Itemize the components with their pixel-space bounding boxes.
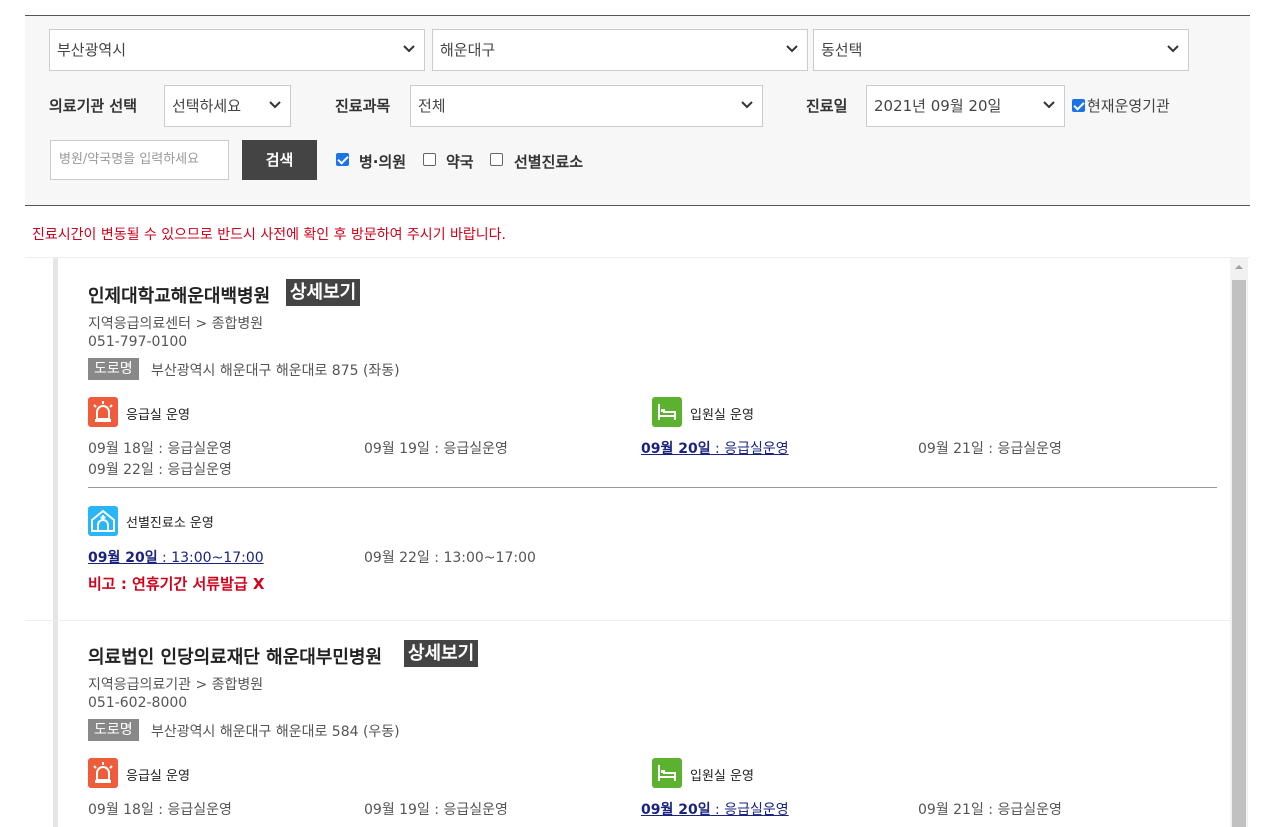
er-day-status: : 응급실운영 (710, 802, 789, 818)
er-day-status: : 응급실운영 (710, 441, 789, 457)
er-day-date: 09월 21일 (918, 802, 984, 818)
er-day: 09월 21일 : 응급실운영 (918, 799, 1062, 819)
scroll-thumb[interactable] (1232, 280, 1246, 827)
er-day-date: 09월 18일 (88, 441, 154, 457)
er-day: 09월 19일 : 응급실운영 (364, 438, 508, 458)
emergency-siren-icon (88, 758, 118, 788)
er-day-date: 09월 19일 (364, 802, 430, 818)
ward-label: 입원실 운영 (690, 769, 754, 784)
result-list: 인제대학교해운대백병원 상세보기 지역응급의료센터 > 종합병원 051-797… (25, 257, 1250, 827)
search-panel: 부산광역시 해운대구 동선택 의료기관 선택 선택하세요 진료과목 전체 진료일… (25, 15, 1250, 206)
chevron-down-icon (741, 101, 753, 109)
screening-day-status: : 13:00~17:00 (429, 550, 536, 566)
notice-text: 진료시간이 변동될 수 있으므로 반드시 사전에 확인 후 방문하여 주시기 바… (32, 227, 506, 243)
dept-label: 진료과목 (335, 97, 391, 115)
hospital-category: 지역응급의료기관 > 종합병원 (88, 677, 264, 693)
hospital-phone: 051-797-0100 (88, 334, 188, 350)
er-label: 응급실 운영 (126, 408, 190, 423)
hospital-category: 지역응급의료센터 > 종합병원 (88, 316, 264, 332)
hospital-address: 부산광역시 해운대구 해운대로 875 (좌동) (151, 363, 400, 379)
hospital-checkbox-label: 병·의원 (359, 153, 407, 171)
er-day-status: : 응급실운영 (983, 802, 1062, 818)
er-day-date: 09월 19일 (364, 441, 430, 457)
er-day-date: 09월 18일 (88, 802, 154, 818)
chevron-down-icon (403, 45, 415, 53)
region-select-value: 부산광역시 (57, 41, 127, 59)
dept-select-value: 전체 (418, 97, 446, 115)
road-tag: 도로명 (88, 719, 139, 741)
er-day-date: 09월 22일 (88, 462, 154, 478)
facility-label: 의료기관 선택 (49, 97, 138, 115)
screening-day-date: 09월 20일 (88, 550, 158, 566)
hospital-card: 인제대학교해운대백병원 상세보기 지역응급의료센터 > 종합병원 051-797… (25, 258, 1230, 620)
results-scrollbar[interactable] (1230, 257, 1248, 827)
er-day-date: 09월 20일 (641, 441, 711, 457)
chevron-down-icon (269, 101, 281, 109)
search-input-placeholder: 병원/약국명을 입력하세요 (59, 152, 200, 167)
er-day-status: : 응급실운영 (153, 462, 232, 478)
district-select[interactable]: 해운대구 (432, 29, 808, 71)
date-select[interactable]: 2021년 09월 20일 (866, 85, 1065, 127)
screening-day: 09월 22일 : 13:00~17:00 (364, 547, 536, 567)
er-day-status: : 응급실운영 (429, 802, 508, 818)
er-label: 응급실 운영 (126, 769, 190, 784)
screening-day-date: 09월 22일 (364, 550, 430, 566)
er-day: 09월 21일 : 응급실운영 (918, 438, 1062, 458)
open-now-label: 현재운영기관 (1087, 97, 1170, 115)
pharmacy-checkbox[interactable] (423, 153, 436, 166)
er-day-date: 09월 20일 (641, 802, 711, 818)
emergency-siren-icon (88, 397, 118, 427)
hospital-card: 의료법인 인당의료재단 해운대부민병원 상세보기 지역응급의료기관 > 종합병원… (25, 621, 1230, 827)
screening-day-status: : 13:00~17:00 (157, 550, 264, 566)
detail-button[interactable]: 상세보기 (404, 640, 479, 667)
region-select[interactable]: 부산광역시 (49, 29, 425, 71)
screening-checkbox-label: 선별진료소 (514, 153, 584, 171)
date-label: 진료일 (806, 97, 848, 115)
screening-clinic-icon (88, 506, 118, 536)
er-day: 09월 18일 : 응급실운영 (88, 438, 232, 458)
search-input[interactable]: 병원/약국명을 입력하세요 (50, 140, 229, 180)
pharmacy-checkbox-label: 약국 (446, 153, 474, 171)
dept-select[interactable]: 전체 (410, 85, 763, 127)
bed-icon (652, 758, 682, 788)
er-day: 09월 22일 : 응급실운영 (88, 459, 232, 479)
open-now-checkbox[interactable] (1072, 99, 1085, 112)
remark-text: 비고 : 연휴기간 서류발급 X (88, 575, 265, 593)
district-select-value: 해운대구 (440, 41, 496, 59)
scroll-up-arrow-icon[interactable] (1230, 257, 1248, 277)
hospital-name: 의료법인 인당의료재단 해운대부민병원 (88, 647, 383, 668)
chevron-down-icon (1043, 101, 1055, 109)
er-day-today-link[interactable]: 09월 20일 : 응급실운영 (641, 799, 789, 819)
search-button[interactable]: 검색 (242, 140, 317, 180)
er-day-status: : 응급실운영 (153, 441, 232, 457)
hospital-name: 인제대학교해운대백병원 (88, 286, 271, 307)
chevron-down-icon (1167, 45, 1179, 53)
date-select-value: 2021년 09월 20일 (874, 97, 1002, 115)
screening-checkbox[interactable] (490, 153, 503, 166)
er-day-status: : 응급실운영 (983, 441, 1062, 457)
er-day-date: 09월 21일 (918, 441, 984, 457)
screening-day-today-link[interactable]: 09월 20일 : 13:00~17:00 (88, 547, 264, 567)
er-day-status: : 응급실운영 (429, 441, 508, 457)
screening-label: 선별진료소 운영 (126, 516, 214, 531)
er-day: 09월 18일 : 응급실운영 (88, 799, 232, 819)
hospital-checkbox[interactable] (336, 153, 349, 166)
dong-select[interactable]: 동선택 (813, 29, 1189, 71)
facility-select-value: 선택하세요 (172, 97, 242, 115)
facility-select[interactable]: 선택하세요 (164, 85, 291, 127)
ward-label: 입원실 운영 (690, 408, 754, 423)
bed-icon (652, 397, 682, 427)
er-day: 09월 19일 : 응급실운영 (364, 799, 508, 819)
detail-button[interactable]: 상세보기 (286, 279, 361, 306)
er-day-status: : 응급실운영 (153, 802, 232, 818)
dong-select-value: 동선택 (821, 41, 863, 59)
road-tag: 도로명 (88, 358, 139, 380)
hospital-phone: 051-602-8000 (88, 695, 188, 711)
hospital-address: 부산광역시 해운대구 해운대로 584 (우동) (151, 724, 400, 740)
chevron-down-icon (786, 45, 798, 53)
section-divider (88, 487, 1217, 488)
er-day-today-link[interactable]: 09월 20일 : 응급실운영 (641, 438, 789, 458)
